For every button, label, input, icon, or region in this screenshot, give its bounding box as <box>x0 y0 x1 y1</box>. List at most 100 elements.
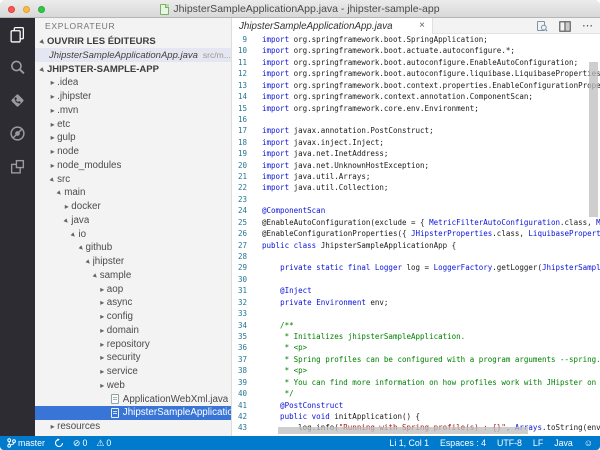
tree-item-applicationwebxml-java[interactable]: ApplicationWebXml.java <box>35 392 231 406</box>
horizontal-scrollbar[interactable] <box>278 427 528 434</box>
line-number[interactable]: 42 <box>232 411 254 422</box>
line-number[interactable]: 36 <box>232 342 254 353</box>
code-line-16[interactable]: 16 <box>232 114 600 125</box>
git-branch-indicator[interactable]: master <box>7 438 45 448</box>
code-line-12[interactable]: 12import org.springframework.boot.autoco… <box>232 68 600 79</box>
code-line-31[interactable]: 31 @Inject <box>232 285 600 296</box>
code-line-39[interactable]: 39 * You can find more information on ho… <box>232 377 600 388</box>
line-number[interactable]: 15 <box>232 103 254 114</box>
code-line-40[interactable]: 40 */ <box>232 388 600 399</box>
line-number[interactable]: 17 <box>232 125 254 136</box>
line-number[interactable]: 24 <box>232 205 254 216</box>
line-number[interactable]: 43 <box>232 422 254 433</box>
line-number[interactable]: 20 <box>232 160 254 171</box>
tree-item-security[interactable]: ▸security <box>35 351 231 365</box>
code-line-42[interactable]: 42 public void initApplication() { <box>232 411 600 422</box>
line-number[interactable]: 30 <box>232 274 254 285</box>
tree-item-jhipster[interactable]: ▸jhipster <box>35 255 231 269</box>
tree-item-main[interactable]: ▸main <box>35 186 231 200</box>
indentation-setting[interactable]: Espaces : 4 <box>440 438 486 448</box>
tree-item-service[interactable]: ▸service <box>35 365 231 379</box>
line-number[interactable]: 21 <box>232 171 254 182</box>
tree-item-jhipstersampleapplicationapp-java[interactable]: JhipsterSampleApplicationApp.java <box>35 406 231 420</box>
tree-item-node[interactable]: ▸node <box>35 145 231 159</box>
tree-item-docker[interactable]: ▸docker <box>35 200 231 214</box>
extensions-icon[interactable] <box>0 150 35 183</box>
code-line-14[interactable]: 14import org.springframework.context.ann… <box>232 91 600 102</box>
tree-item-domain[interactable]: ▸domain <box>35 324 231 338</box>
code-editor[interactable]: 9import org.springframework.boot.SpringA… <box>232 34 600 436</box>
line-number[interactable]: 29 <box>232 262 254 273</box>
eol-setting[interactable]: LF <box>533 438 543 448</box>
tab-active-file[interactable]: JhipsterSampleApplicationApp.java × <box>232 18 433 34</box>
tree-item-async[interactable]: ▸async <box>35 296 231 310</box>
tree-item-src[interactable]: ▸src <box>35 172 231 186</box>
more-actions-icon[interactable]: ⋯ <box>582 22 594 30</box>
debug-icon[interactable] <box>0 117 35 150</box>
line-number[interactable]: 16 <box>232 114 254 125</box>
open-editor-entry[interactable]: JhipsterSampleApplicationApp.java src/m.… <box>35 48 231 62</box>
tree-item-node-modules[interactable]: ▸node_modules <box>35 159 231 173</box>
line-number[interactable]: 37 <box>232 354 254 365</box>
tree-item-web[interactable]: ▸web <box>35 379 231 393</box>
code-line-37[interactable]: 37 * Spring profiles can be configured w… <box>232 354 600 365</box>
line-number[interactable]: 12 <box>232 68 254 79</box>
line-number[interactable]: 31 <box>232 285 254 296</box>
tree-item-sample[interactable]: ▸sample <box>35 269 231 283</box>
cursor-position[interactable]: Li 1, Col 1 <box>389 438 429 448</box>
line-number[interactable]: 11 <box>232 57 254 68</box>
line-number[interactable]: 40 <box>232 388 254 399</box>
tree-item-repository[interactable]: ▸repository <box>35 337 231 351</box>
code-line-15[interactable]: 15import org.springframework.core.env.En… <box>232 103 600 114</box>
line-number[interactable]: 25 <box>232 217 254 228</box>
code-line-29[interactable]: 29 private static final Logger log = Log… <box>232 262 600 273</box>
tree-item--idea[interactable]: ▸.idea <box>35 76 231 90</box>
code-line-11[interactable]: 11import org.springframework.boot.autoco… <box>232 57 600 68</box>
tree-item-io[interactable]: ▸io <box>35 227 231 241</box>
code-line-9[interactable]: 9import org.springframework.boot.SpringA… <box>232 34 600 45</box>
code-line-36[interactable]: 36 * <p> <box>232 342 600 353</box>
tree-item--mvn[interactable]: ▸.mvn <box>35 104 231 118</box>
line-number[interactable]: 9 <box>232 34 254 45</box>
line-number[interactable]: 26 <box>232 228 254 239</box>
code-line-41[interactable]: 41 @PostConstruct <box>232 400 600 411</box>
code-line-18[interactable]: 18import javax.inject.Inject; <box>232 137 600 148</box>
line-number[interactable]: 41 <box>232 400 254 411</box>
code-line-20[interactable]: 20import java.net.UnknownHostException; <box>232 160 600 171</box>
tree-item-java[interactable]: ▸java <box>35 214 231 228</box>
explorer-icon[interactable] <box>0 18 35 51</box>
code-line-17[interactable]: 17import javax.annotation.PostConstruct; <box>232 125 600 136</box>
tree-item--jhipster[interactable]: ▸.jhipster <box>35 90 231 104</box>
line-number[interactable]: 33 <box>232 308 254 319</box>
tree-item-resources[interactable]: ▸resources <box>35 420 231 434</box>
code-line-26[interactable]: 26@EnableConfigurationProperties({ JHips… <box>232 228 600 239</box>
code-line-19[interactable]: 19import java.net.InetAddress; <box>232 148 600 159</box>
line-number[interactable]: 22 <box>232 182 254 193</box>
split-editor-icon[interactable] <box>559 21 571 32</box>
feedback-smiley-icon[interactable]: ☺ <box>584 439 593 448</box>
code-line-23[interactable]: 23 <box>232 194 600 205</box>
tree-item-etc[interactable]: ▸etc <box>35 117 231 131</box>
line-number[interactable]: 19 <box>232 148 254 159</box>
code-line-10[interactable]: 10import org.springframework.boot.actuat… <box>232 45 600 56</box>
error-count[interactable]: ⊘ 0 <box>73 438 87 448</box>
line-number[interactable]: 39 <box>232 377 254 388</box>
code-line-13[interactable]: 13import org.springframework.boot.contex… <box>232 80 600 91</box>
warning-count[interactable]: ⚠ 0 <box>96 438 111 448</box>
code-line-32[interactable]: 32 private Environment env; <box>232 297 600 308</box>
code-line-38[interactable]: 38 * <p> <box>232 365 600 376</box>
open-editors-section-header[interactable]: ▸ OUVRIR LES ÉDITEURS <box>35 34 231 48</box>
code-line-34[interactable]: 34 /** <box>232 320 600 331</box>
tree-item-gulp[interactable]: ▸gulp <box>35 131 231 145</box>
line-number[interactable]: 13 <box>232 80 254 91</box>
project-section-header[interactable]: ▸ JHIPSTER-SAMPLE-APP <box>35 62 231 76</box>
line-number[interactable]: 28 <box>232 251 254 262</box>
open-preview-icon[interactable] <box>536 20 548 32</box>
code-line-21[interactable]: 21import java.util.Arrays; <box>232 171 600 182</box>
code-line-22[interactable]: 22import java.util.Collection; <box>232 182 600 193</box>
tab-close-icon[interactable]: × <box>419 21 425 31</box>
code-line-33[interactable]: 33 <box>232 308 600 319</box>
code-line-24[interactable]: 24@ComponentScan <box>232 205 600 216</box>
language-mode[interactable]: Java <box>554 438 573 448</box>
line-number[interactable]: 23 <box>232 194 254 205</box>
